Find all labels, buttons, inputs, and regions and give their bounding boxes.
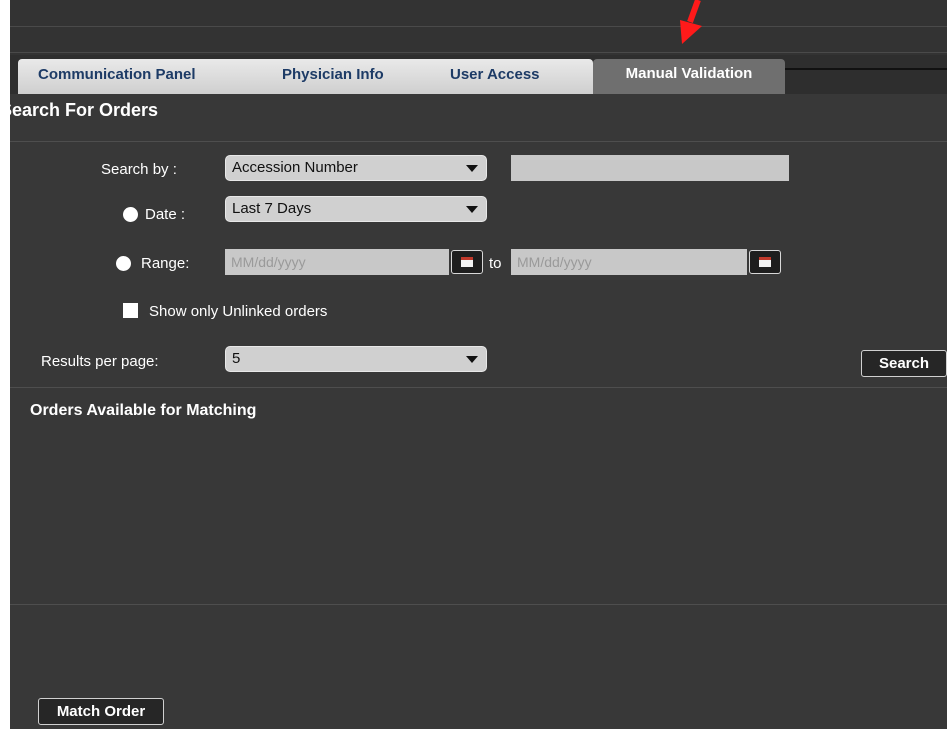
search-input[interactable] — [511, 155, 789, 181]
chevron-down-icon — [466, 165, 478, 172]
date-radio[interactable] — [123, 207, 138, 222]
manual-validation-panel: Communication Panel Physician Info User … — [0, 0, 947, 729]
range-to-label: to — [489, 255, 502, 272]
range-to-input[interactable] — [511, 249, 747, 275]
range-from-calendar-button[interactable] — [451, 250, 483, 274]
range-to-calendar-button[interactable] — [749, 250, 781, 274]
divider — [10, 26, 947, 27]
date-value: Last 7 Days — [232, 200, 312, 217]
search-button[interactable]: Search — [861, 350, 947, 377]
range-from-input[interactable] — [225, 249, 449, 275]
tab-communication-panel[interactable]: Communication Panel — [38, 66, 196, 83]
range-label: Range: — [141, 255, 190, 272]
chevron-down-icon — [466, 356, 478, 363]
date-select[interactable]: Last 7 Days — [225, 196, 487, 222]
search-by-value: Accession Number — [232, 159, 358, 176]
annotation-arrow-icon — [680, 0, 702, 44]
top-bar — [10, 0, 947, 55]
match-order-button[interactable]: Match Order — [38, 698, 164, 725]
divider — [10, 604, 947, 605]
chevron-down-icon — [466, 206, 478, 213]
tab-user-access[interactable]: User Access — [450, 66, 540, 83]
divider — [10, 141, 947, 142]
results-per-page-value: 5 — [232, 350, 241, 367]
search-section-title: Search For Orders — [0, 100, 159, 120]
unlinked-orders-checkbox[interactable] — [123, 303, 138, 318]
tab-physician-info[interactable]: Physician Info — [282, 66, 384, 83]
expand-arrow-icon[interactable] — [4, 408, 9, 416]
results-per-page-label: Results per page: — [41, 353, 159, 370]
tab-manual-validation[interactable]: Manual Validation — [593, 59, 785, 94]
search-by-label: Search by : — [101, 161, 177, 178]
unlinked-orders-label: Show only Unlinked orders — [149, 303, 328, 320]
results-per-page-select[interactable]: 5 — [225, 346, 487, 372]
divider — [10, 387, 947, 388]
divider — [775, 68, 947, 70]
calendar-icon — [759, 257, 771, 267]
orders-section-title: Orders Available for Matching — [30, 402, 257, 419]
calendar-icon — [461, 257, 473, 267]
date-label: Date : — [145, 206, 186, 223]
divider — [10, 52, 947, 53]
range-radio[interactable] — [116, 256, 131, 271]
search-by-select[interactable]: Accession Number — [225, 155, 487, 181]
